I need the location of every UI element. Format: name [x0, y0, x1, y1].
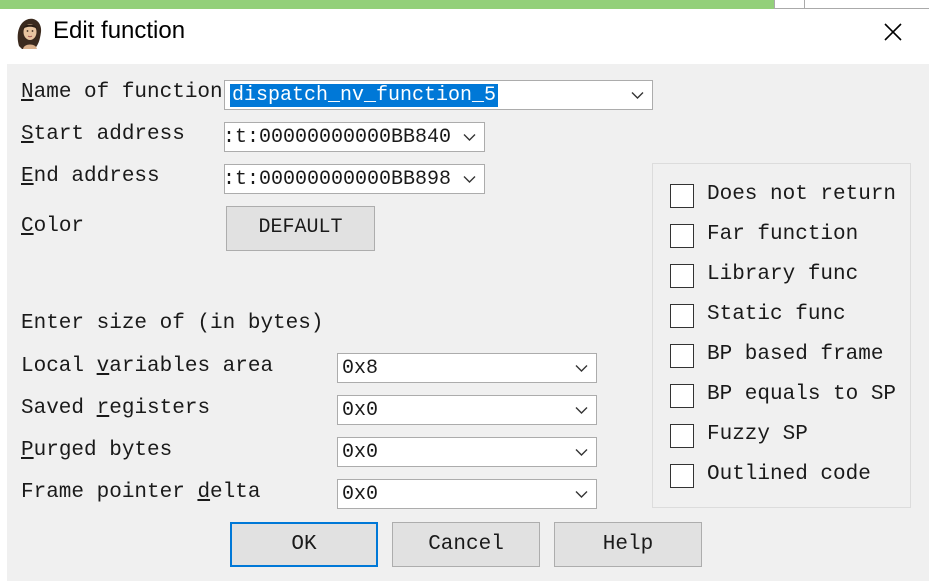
saved-registers-label: Saved registers	[21, 397, 211, 420]
purged-bytes-label: Purged bytes	[21, 439, 173, 462]
saved-registers-combobox[interactable]: 0x0	[337, 395, 597, 425]
checkbox-box[interactable]	[670, 224, 694, 248]
checkbox-box[interactable]	[670, 264, 694, 288]
chevron-down-icon	[575, 407, 588, 414]
start-address-combobox[interactable]: :t:00000000000BB840	[224, 122, 485, 152]
background-window-cell	[804, 0, 929, 9]
background-window-cell	[774, 0, 804, 9]
checkbox-label: Static func	[707, 303, 846, 326]
checkbox-box[interactable]	[670, 344, 694, 368]
checkbox-box[interactable]	[670, 464, 694, 488]
checkbox-box[interactable]	[670, 304, 694, 328]
checkbox-label: Far function	[707, 223, 859, 246]
frame-pointer-delta-combobox[interactable]: 0x0	[337, 479, 597, 509]
checkbox-label: Fuzzy SP	[707, 423, 808, 446]
frame-pointer-delta-value: 0x0	[342, 483, 379, 506]
color-label: Color	[21, 215, 85, 238]
window-title: Edit function	[53, 17, 186, 44]
checkbox-box[interactable]	[670, 384, 694, 408]
close-icon	[884, 23, 902, 41]
frame-pointer-delta-label: Frame pointer delta	[21, 481, 261, 504]
app-portrait-icon	[14, 16, 46, 50]
end-address-label: End address	[21, 165, 160, 188]
purged-bytes-value: 0x0	[342, 441, 379, 464]
title-bar: Edit function	[0, 0, 929, 64]
end-address-value: :t:00000000000BB898	[224, 168, 452, 191]
chevron-down-icon	[575, 491, 588, 498]
checkbox-label: Outlined code	[707, 463, 871, 486]
checkbox-box[interactable]	[670, 424, 694, 448]
end-address-combobox[interactable]: :t:00000000000BB898	[224, 164, 485, 194]
flags-groupbox	[652, 163, 911, 508]
color-default-button[interactable]: DEFAULT	[226, 206, 375, 251]
size-section-heading: Enter size of (in bytes)	[21, 312, 324, 335]
saved-registers-value: 0x0	[342, 399, 379, 422]
chevron-down-icon	[463, 134, 476, 141]
close-button[interactable]	[870, 12, 916, 52]
checkbox-label: BP equals to SP	[707, 383, 897, 406]
chevron-down-icon	[575, 449, 588, 456]
start-address-value: :t:00000000000BB840	[224, 126, 452, 149]
name-of-function-label: Name of function	[21, 81, 223, 104]
checkbox-label: Library func	[707, 263, 859, 286]
background-window-strip	[0, 0, 774, 9]
chevron-down-icon	[463, 176, 476, 183]
function-name-combobox[interactable]: dispatch_nv_function_5	[224, 80, 653, 110]
purged-bytes-combobox[interactable]: 0x0	[337, 437, 597, 467]
local-variables-combobox[interactable]: 0x8	[337, 353, 597, 383]
help-button[interactable]: Help	[554, 522, 702, 567]
function-name-value[interactable]: dispatch_nv_function_5	[230, 84, 499, 107]
local-variables-value: 0x8	[342, 357, 379, 380]
checkbox-label: Does not return	[707, 183, 897, 206]
checkbox-box[interactable]	[670, 184, 694, 208]
start-address-label: Start address	[21, 123, 185, 146]
local-variables-label: Local variables area	[21, 355, 274, 378]
checkbox-label: BP based frame	[707, 343, 884, 366]
cancel-button[interactable]: Cancel	[392, 522, 540, 567]
ok-button[interactable]: OK	[230, 522, 378, 567]
chevron-down-icon	[631, 92, 644, 99]
chevron-down-icon	[575, 365, 588, 372]
